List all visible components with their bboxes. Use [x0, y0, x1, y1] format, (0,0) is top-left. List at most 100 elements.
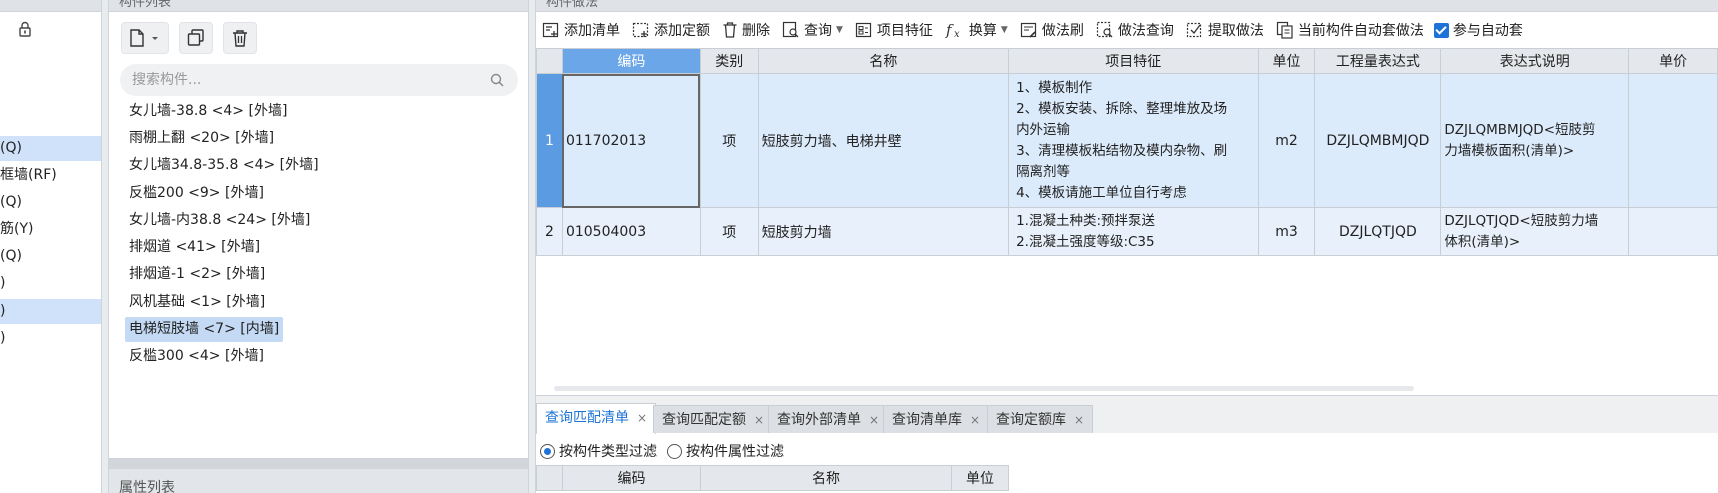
item-feature-button[interactable]: 项目特征 — [849, 16, 939, 44]
component-list-item[interactable]: 女儿墙-38.8 <4> [外墙] — [125, 99, 291, 124]
component-search — [120, 64, 518, 96]
unit-cell[interactable]: m2 — [1257, 73, 1316, 208]
query-tab[interactable]: 查询外部清单 × — [768, 405, 889, 433]
query-tab[interactable]: 查询定额库 × — [987, 405, 1094, 433]
new-file-icon — [130, 29, 158, 47]
feature-line: 4、模板请施工单位自行考虑 — [1016, 184, 1187, 201]
row-number[interactable]: 2 — [536, 207, 563, 256]
component-list-item[interactable]: 电梯短肢墙 <7> [内墙] — [125, 317, 284, 342]
expr-desc-column-header[interactable]: 表达式说明 — [1440, 48, 1630, 74]
category-cell[interactable]: 项 — [699, 73, 759, 208]
corner-header — [536, 465, 563, 491]
result-code-header[interactable]: 编码 — [562, 465, 701, 491]
nav-item[interactable]: (Q) — [0, 244, 101, 269]
unit-column-header[interactable]: 单位 — [1257, 48, 1316, 74]
add-list-button[interactable]: 添加清单 — [536, 16, 626, 44]
close-icon[interactable]: × — [637, 411, 647, 425]
nav-item[interactable]: ) — [0, 271, 101, 296]
query-dropdown-button[interactable]: 查询 ▼ — [776, 16, 849, 44]
table-row[interactable]: 1 011702013 项 短肢剪力墙、电梯井壁 1、模板制作 2、模板安装、拆… — [536, 73, 1718, 208]
component-list-title: 构件列表 — [119, 0, 172, 10]
feature-line: 2.混凝土强度等级:C35 — [1016, 233, 1155, 250]
feature-cell[interactable]: 1、模板制作 2、模板安装、拆除、整理堆放及场 内外运输 3、清理模板粘结物及模… — [1008, 73, 1259, 208]
add-quota-button[interactable]: 添加定额 — [626, 16, 716, 44]
filter-by-attr-option[interactable]: 按构件属性过滤 — [667, 441, 784, 461]
delete-component-button[interactable] — [223, 22, 257, 54]
query-tab[interactable]: 查询清单库 × — [883, 405, 990, 433]
search-icon[interactable] — [490, 73, 504, 87]
component-list-item[interactable]: 女儿墙-内38.8 <24> [外墙] — [125, 208, 314, 233]
component-list-item[interactable]: 反槛200 <9> [外墙] — [125, 181, 268, 206]
expr-cell[interactable]: DZJLQMBMJQD — [1314, 73, 1442, 208]
convert-label: 换算 — [968, 23, 997, 39]
query-label: 查询 — [804, 23, 832, 39]
extract-method-label: 提取做法 — [1207, 23, 1264, 39]
code-column-header[interactable]: 编码 — [561, 48, 701, 74]
query-tab[interactable]: 查询匹配定额 × — [653, 405, 774, 433]
feature-line: 3、清理模板粘结物及模内杂物、刷 — [1016, 142, 1228, 159]
feature-line: 隔离剂等 — [1016, 163, 1071, 180]
close-icon[interactable]: × — [1074, 413, 1084, 427]
filter-options: 按构件类型过滤 按构件属性过滤 — [540, 439, 794, 463]
method-table: 编码 类别 名称 项目特征 单位 工程量表达式 表达式说明 单价 1 01170… — [536, 48, 1718, 256]
new-component-button[interactable] — [121, 22, 169, 54]
component-list-item[interactable]: 女儿墙34.8-35.8 <4> [外墙] — [125, 153, 323, 178]
expr-cell[interactable]: DZJLQTJQD — [1314, 207, 1442, 256]
close-icon[interactable]: × — [754, 413, 764, 427]
close-icon[interactable]: × — [970, 413, 980, 427]
price-column-header[interactable]: 单价 — [1628, 48, 1718, 74]
nav-item[interactable]: ) — [0, 326, 101, 351]
component-list-item[interactable]: 排烟道 <41> [外墙] — [125, 235, 264, 260]
svg-text:f: f — [945, 21, 954, 39]
method-query-button[interactable]: 做法查询 — [1090, 16, 1180, 44]
component-list-item[interactable]: 风机基础 <1> [外墙] — [125, 290, 269, 315]
expr-desc-line: 力墙模板面积(清单)> — [1444, 142, 1575, 159]
unit-cell[interactable]: m3 — [1257, 207, 1316, 256]
nav-item[interactable]: ) — [0, 299, 101, 324]
price-cell[interactable] — [1628, 207, 1718, 256]
component-search-input[interactable] — [132, 64, 472, 96]
expr-desc-cell[interactable]: DZJLQMBMJQD<短肢剪 力墙模板面积(清单)> — [1440, 73, 1630, 208]
nav-item[interactable]: 框墙(RF) — [0, 163, 101, 188]
code-cell[interactable]: 011702013 — [561, 73, 701, 208]
nav-item[interactable]: (Q) — [0, 190, 101, 215]
component-list-item[interactable]: 雨棚上翻 <20> [外墙] — [125, 126, 278, 151]
participate-auto-checkbox[interactable]: 参与自动套 — [1430, 16, 1527, 44]
lock-icon[interactable] — [16, 20, 34, 38]
extract-method-button[interactable]: 提取做法 — [1180, 16, 1270, 44]
convert-dropdown-button[interactable]: fx 换算 ▼ — [939, 16, 1014, 44]
auto-apply-button[interactable]: 当前构件自动套做法 — [1270, 16, 1430, 44]
method-brush-button[interactable]: 做法刷 — [1014, 16, 1090, 44]
component-list-item[interactable]: 排烟道-1 <2> [外墙] — [125, 262, 269, 287]
query-tab[interactable]: 查询匹配清单 × — [536, 403, 657, 434]
table-row[interactable]: 2 010504003 项 短肢剪力墙 1.混凝土种类:预拌泵送 2.混凝土强度… — [536, 207, 1718, 256]
component-list-item[interactable]: 反槛300 <4> [外墙] — [125, 344, 268, 369]
nav-item[interactable]: 筋(Y) — [0, 217, 101, 242]
property-list-title: 属性列表 — [119, 480, 175, 493]
filter-by-type-option[interactable]: 按构件类型过滤 — [540, 441, 657, 461]
category-cell[interactable]: 项 — [699, 207, 759, 256]
query-result-header: 编码 名称 单位 — [536, 465, 1009, 491]
checkbox-checked-icon — [1433, 22, 1449, 38]
feature-column-header[interactable]: 项目特征 — [1008, 48, 1259, 74]
expr-desc-cell[interactable]: DZJLQTJQD<短肢剪力墙 体积(清单)> — [1440, 207, 1630, 256]
feature-cell[interactable]: 1.混凝土种类:预拌泵送 2.混凝土强度等级:C35 — [1008, 207, 1259, 256]
result-unit-header[interactable]: 单位 — [951, 465, 1009, 491]
result-name-header[interactable]: 名称 — [700, 465, 952, 491]
name-column-header[interactable]: 名称 — [757, 48, 1010, 74]
close-icon[interactable]: × — [869, 413, 879, 427]
expr-column-header[interactable]: 工程量表达式 — [1314, 48, 1442, 74]
name-cell[interactable]: 短肢剪力墙、电梯井壁 — [757, 73, 1010, 208]
horizontal-scrollbar[interactable] — [554, 386, 1414, 391]
delete-method-button[interactable]: 删除 — [716, 16, 776, 44]
copy-component-button[interactable] — [179, 22, 213, 54]
name-cell[interactable]: 短肢剪力墙 — [757, 207, 1010, 256]
code-cell[interactable]: 010504003 — [561, 207, 701, 256]
price-cell[interactable] — [1628, 73, 1718, 208]
add-list-icon — [542, 22, 559, 38]
nav-item[interactable]: (Q) — [0, 136, 101, 161]
feature-line: 1、模板制作 — [1016, 79, 1093, 96]
row-number[interactable]: 1 — [536, 73, 563, 208]
category-column-header[interactable]: 类别 — [699, 48, 759, 74]
query-tab-label: 查询外部清单 — [777, 412, 861, 428]
